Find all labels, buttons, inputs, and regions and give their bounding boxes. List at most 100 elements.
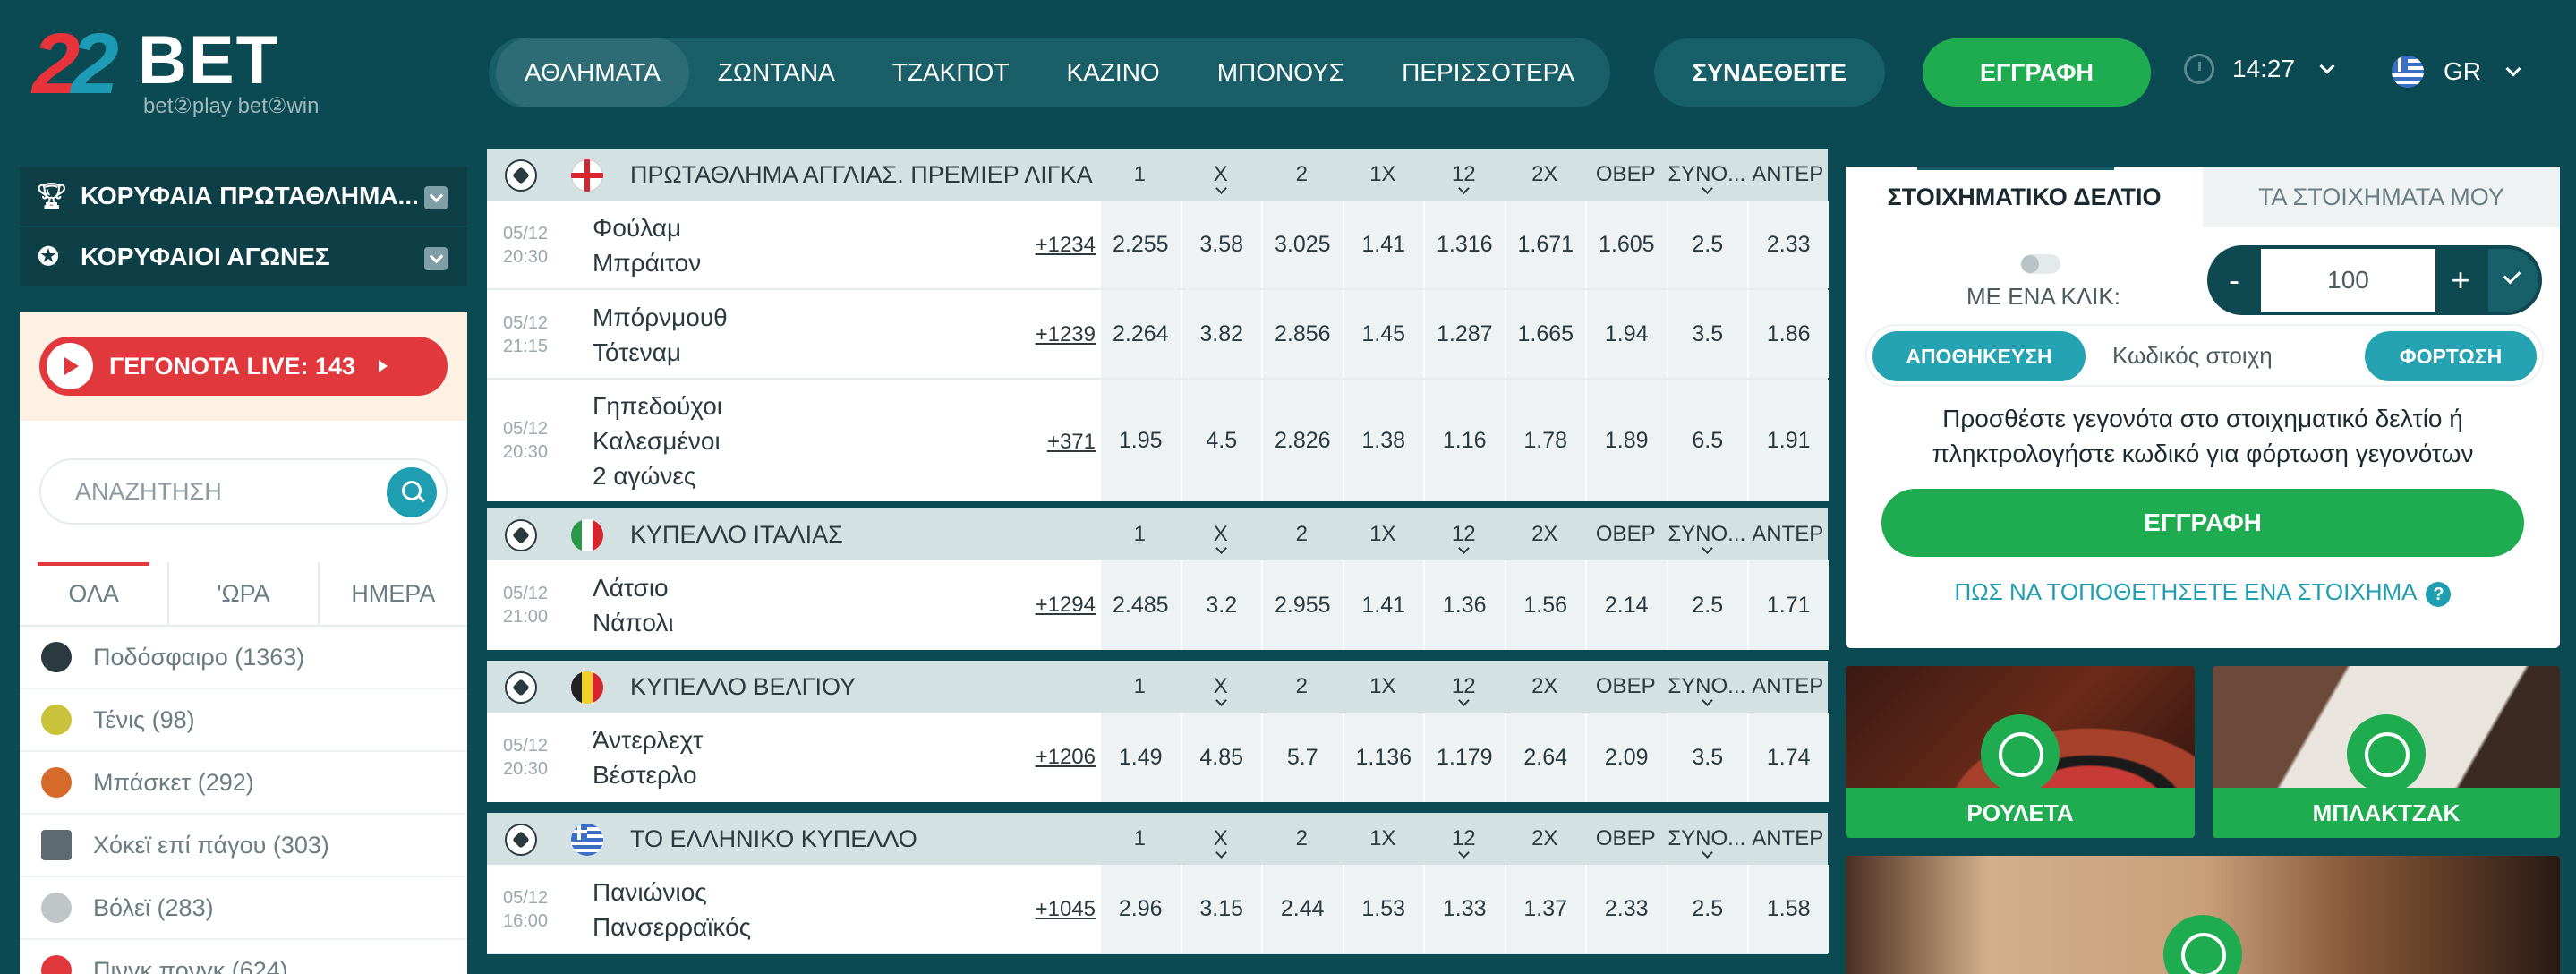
odd-cell[interactable]: 4.5 (1180, 380, 1261, 501)
odd-cell[interactable]: 3.5 (1666, 713, 1747, 802)
odd-cell[interactable]: 2.44 (1261, 865, 1343, 953)
nav-casino[interactable]: ΚΑΖΙΝΟ (1037, 38, 1188, 107)
odd-cell[interactable]: 3.025 (1261, 201, 1343, 288)
odd-cell[interactable]: 2.09 (1585, 713, 1667, 802)
odd-cell[interactable]: 1.56 (1504, 560, 1585, 650)
odd-cell[interactable]: 6.5 (1666, 380, 1747, 501)
nav-more[interactable]: ΠΕΡΙΣΣΟΤΕΡΑ (1373, 38, 1603, 107)
search-field[interactable]: ΑΝΑΖΗΤΗΣΗ (39, 458, 448, 525)
odd-cell[interactable]: 1.74 (1747, 713, 1829, 802)
one-click-toggle[interactable] (2021, 254, 2060, 274)
odd-cell[interactable]: 2.485 (1099, 560, 1181, 650)
odd-cell[interactable]: 1.49 (1099, 713, 1181, 802)
top-leagues-toggle[interactable]: 🏆︎ ΚΟΡΥΦΑΙΑ ΠΡΩΤΑΘΛΗΜΑ... (20, 167, 467, 227)
col-under[interactable]: ΑΝΤΕΡ (1747, 508, 1829, 560)
odd-cell[interactable]: 5.7 (1261, 713, 1343, 802)
match-row[interactable]: 05/12 16:00 Πανιώνιος Πανσερραϊκός +1045 2… (487, 865, 1829, 954)
top-matches-toggle[interactable]: ✪ ΚΟΡΥΦΑΙΟΙ ΑΓΩΝΕΣ (20, 227, 467, 288)
col-x[interactable]: X (1181, 661, 1262, 713)
odd-cell[interactable]: 3.82 (1180, 290, 1261, 378)
match-teams[interactable]: Πανιώνιος Πανσερραϊκός (593, 875, 751, 944)
match-teams[interactable]: Μπόρνμουθ Τότεναμ (593, 300, 728, 370)
odd-cell[interactable]: 2.96 (1099, 865, 1181, 953)
col-12[interactable]: 12 (1423, 813, 1505, 865)
odd-cell[interactable]: 1.36 (1423, 560, 1505, 650)
match-row[interactable]: 05/12 20:30 Άντερλεχτ Βέστερλο +1206 1.49 4… (487, 713, 1829, 802)
odd-cell[interactable]: 1.179 (1423, 713, 1505, 802)
col-12[interactable]: 12 (1423, 149, 1505, 201)
col-x[interactable]: X (1181, 508, 1262, 560)
language-selector[interactable]: GR (2392, 56, 2521, 88)
odd-cell[interactable]: 1.671 (1504, 201, 1585, 288)
odd-cell[interactable]: 2.14 (1585, 560, 1667, 650)
tab-my-bets[interactable]: ΤΑ ΣΤΟΙΧΗΜΑΤΑ ΜΟΥ (2203, 167, 2560, 227)
odd-cell[interactable]: 1.91 (1747, 380, 1829, 501)
odd-cell[interactable]: 1.58 (1747, 865, 1829, 953)
match-teams[interactable]: Άντερλεχτ Βέστερλο (593, 722, 703, 792)
odd-cell[interactable]: 1.86 (1747, 290, 1829, 378)
confirm-check-icon[interactable] (2488, 249, 2538, 312)
decrease-stake-button[interactable]: - (2207, 245, 2261, 315)
sidebar-item-ice-hockey[interactable]: Χόκεϊ επί πάγου (303) (20, 815, 467, 877)
odd-cell[interactable]: 1.37 (1504, 865, 1585, 953)
col-1[interactable]: 1 (1099, 813, 1181, 865)
odd-cell[interactable]: 3.2 (1180, 560, 1261, 650)
register-button[interactable]: ΕΓΓΡΑΦΗ (1923, 38, 2151, 107)
how-to-bet-link[interactable]: ΠΩΣ ΝΑ ΤΟΠΟΘΕΤΗΣΕΤΕ ΕΝΑ ΣΤΟΙΧΗΜΑ? (1846, 578, 2560, 607)
sidebar-item-table-tennis[interactable]: Πινγκ πονγκ (624) (20, 940, 467, 974)
odd-cell[interactable]: 1.605 (1585, 201, 1667, 288)
col-over[interactable]: ΟΒΕΡ (1585, 149, 1667, 201)
nav-jackpot[interactable]: ΤΖΑΚΠΟΤ (864, 38, 1038, 107)
col-over[interactable]: ΟΒΕΡ (1585, 661, 1667, 713)
odd-cell[interactable]: 1.665 (1504, 290, 1585, 378)
odd-cell[interactable]: 1.16 (1423, 380, 1505, 501)
odd-cell[interactable]: 1.89 (1585, 380, 1667, 501)
col-1x[interactable]: 1X (1343, 149, 1424, 201)
odd-cell[interactable]: 1.53 (1342, 865, 1423, 953)
col-2x[interactable]: 2X (1505, 661, 1586, 713)
odd-cell[interactable]: 1.71 (1747, 560, 1829, 650)
more-markets-link[interactable]: +1239 (1006, 322, 1096, 347)
col-under[interactable]: ΑΝΤΕΡ (1747, 661, 1829, 713)
odd-cell[interactable]: 1.94 (1585, 290, 1667, 378)
col-1[interactable]: 1 (1099, 661, 1181, 713)
sidebar-item-tennis[interactable]: Τένις (98) (20, 689, 467, 752)
more-markets-link[interactable]: +371 (1006, 430, 1096, 455)
match-row[interactable]: 05/12 20:30 Φούλαμ Μπράιτον +1234 2.255 3.5… (487, 201, 1829, 290)
login-button[interactable]: ΣΥΝΔΕΘΕΙΤΕ (1654, 38, 1885, 107)
nav-live[interactable]: ΖΩΝΤΑΝΑ (689, 38, 864, 107)
col-2x[interactable]: 2X (1505, 508, 1586, 560)
col-under[interactable]: ΑΝΤΕΡ (1747, 149, 1829, 201)
match-teams[interactable]: Γηπεδούχοι Καλεσμένοι 2 αγώνες (593, 389, 722, 493)
col-total[interactable]: ΣΥΝΟ... (1667, 508, 1748, 560)
sidebar-item-basketball[interactable]: Μπάσκετ (292) (20, 752, 467, 815)
search-icon[interactable] (387, 467, 437, 517)
stake-input[interactable]: 100 (2261, 249, 2435, 312)
league-header[interactable]: ΤΟ ΕΛΛΗΝΙΚΟ ΚΥΠΕΛΛΟ 1 X 2 1X 12 2X ΟΒΕΡ … (487, 813, 1828, 865)
odd-cell[interactable]: 2.955 (1261, 560, 1343, 650)
col-over[interactable]: ΟΒΕΡ (1585, 508, 1667, 560)
col-2x[interactable]: 2X (1505, 813, 1586, 865)
tab-day[interactable]: ΗΜΕΡΑ (320, 562, 467, 625)
odd-cell[interactable]: 4.85 (1180, 713, 1261, 802)
odd-cell[interactable]: 2.255 (1099, 201, 1181, 288)
roulette-promo[interactable]: ΡΟΥΛΕΤΑ (1846, 666, 2195, 838)
col-2[interactable]: 2 (1261, 508, 1343, 560)
col-2x[interactable]: 2X (1505, 149, 1586, 201)
col-1[interactable]: 1 (1099, 149, 1181, 201)
odd-cell[interactable]: 1.316 (1423, 201, 1505, 288)
sidebar-item-volleyball[interactable]: Βόλεϊ (283) (20, 877, 467, 940)
more-markets-link[interactable]: +1206 (1006, 745, 1096, 770)
save-button[interactable]: ΑΠΟΘΗΚΕΥΣΗ (1872, 331, 2086, 381)
col-under[interactable]: ΑΝΤΕΡ (1747, 813, 1829, 865)
league-header[interactable]: ΠΡΩΤΑΘΛΗΜΑ ΑΓΓΛΙΑΣ. ΠΡΕΜΙΕΡ ΛΙΓΚΑ 1 X 2 … (487, 149, 1828, 201)
match-row[interactable]: 05/12 21:15 Μπόρνμουθ Τότεναμ +1239 2.264 3… (487, 290, 1829, 380)
casino-promo[interactable] (1846, 856, 2560, 974)
odd-cell[interactable]: 1.38 (1342, 380, 1423, 501)
search-input[interactable]: ΑΝΑΖΗΤΗΣΗ (75, 478, 222, 506)
league-header[interactable]: ΚΥΠΕΛΛΟ ΙΤΑΛΙΑΣ 1 X 2 1X 12 2X ΟΒΕΡ ΣΥΝΟ… (487, 508, 1828, 560)
col-1[interactable]: 1 (1099, 508, 1181, 560)
chevron-down-icon[interactable] (424, 247, 448, 270)
col-2[interactable]: 2 (1261, 661, 1343, 713)
match-teams[interactable]: Φούλαμ Μπράιτον (593, 210, 701, 280)
